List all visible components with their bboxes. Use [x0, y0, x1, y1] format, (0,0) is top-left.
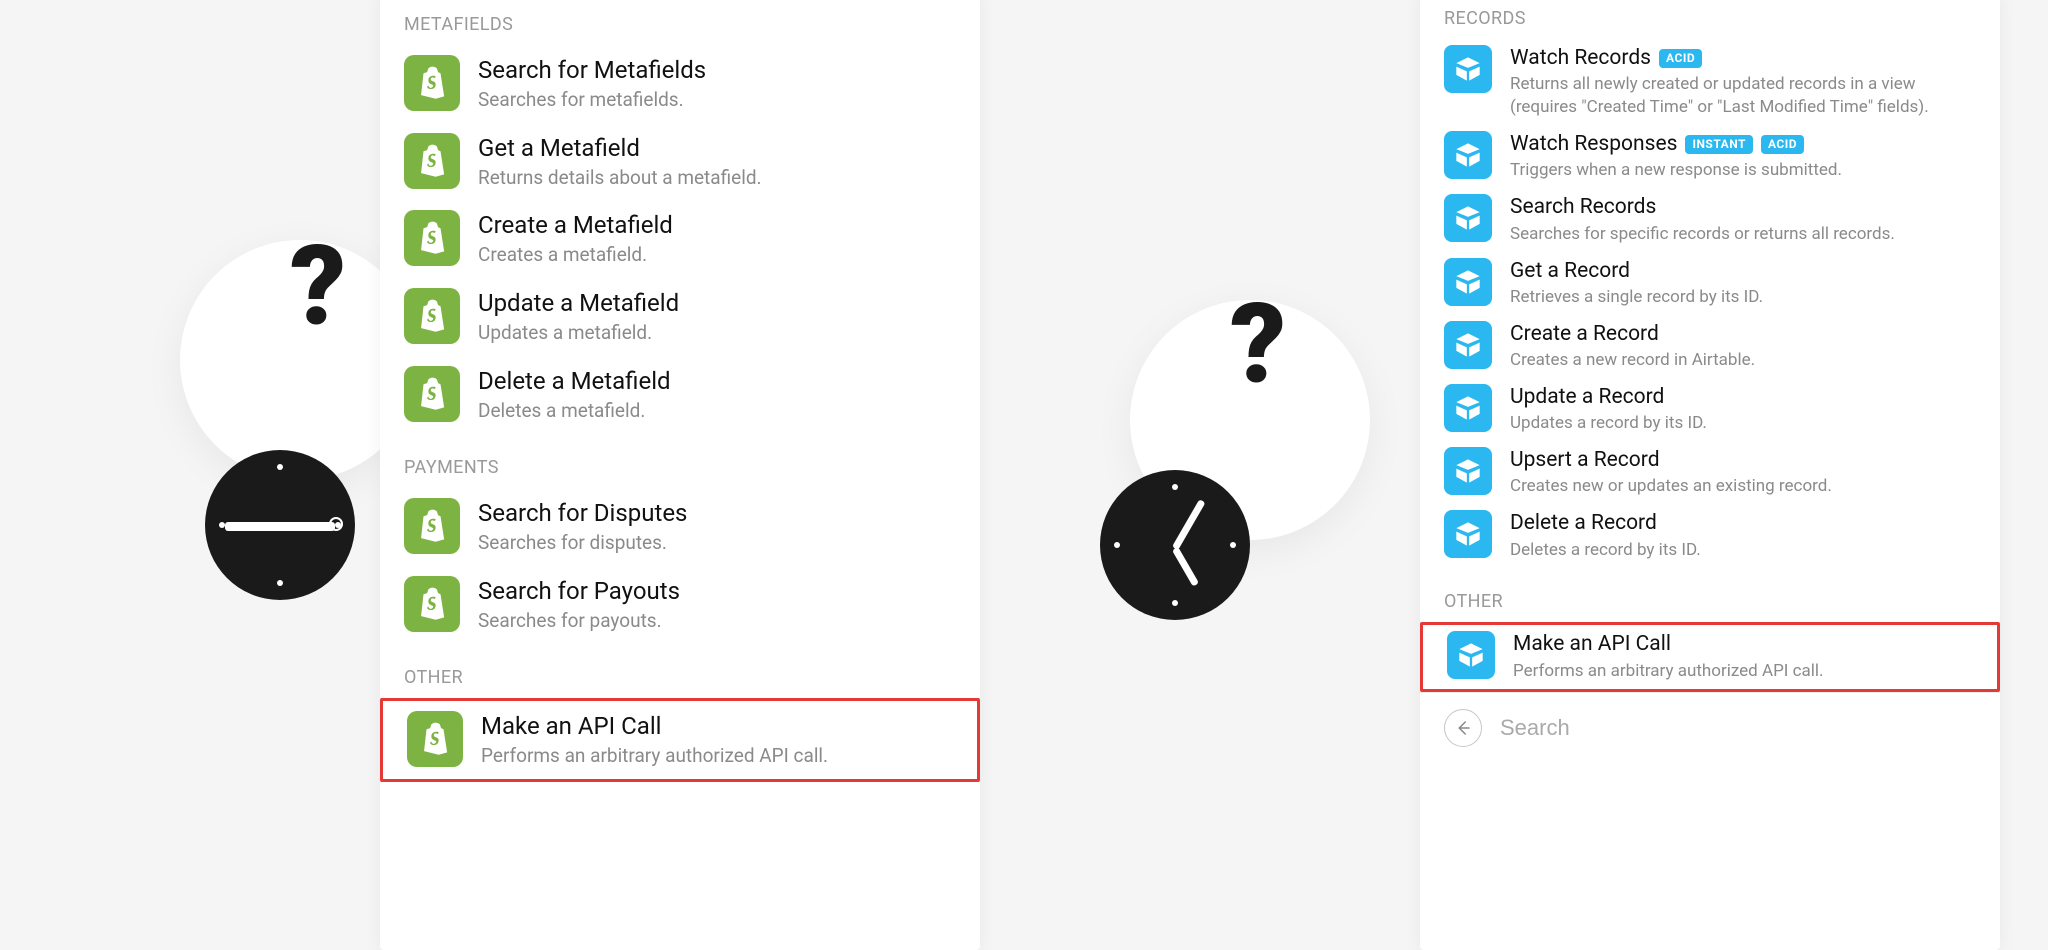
action-delete-record[interactable]: Delete a Record Deletes a record by its … — [1420, 504, 2000, 567]
action-title: Search Records — [1510, 194, 1895, 220]
airtable-icon — [1444, 384, 1492, 432]
shopify-icon — [404, 55, 460, 111]
action-search-records[interactable]: Search Records Searches for specific rec… — [1420, 188, 2000, 251]
action-desc: Returns all newly created or updated rec… — [1510, 73, 1976, 119]
shopify-icon — [404, 576, 460, 632]
action-search-metafields[interactable]: Search for Metafields Searches for metaf… — [380, 45, 980, 123]
action-title: Search for Disputes — [478, 498, 687, 528]
section-label-metafields: METAFIELDS — [380, 0, 980, 45]
section-label-records: RECORDS — [1420, 0, 2000, 39]
action-desc: Creates new or updates an existing recor… — [1510, 475, 1832, 498]
action-search-payouts[interactable]: Search for Payouts Searches for payouts. — [380, 566, 980, 644]
airtable-icon — [1444, 131, 1492, 179]
acid-badge: ACID — [1659, 49, 1702, 68]
highlighted-action: Make an API Call Performs an arbitrary a… — [1420, 622, 2000, 691]
search-input[interactable] — [1500, 715, 1976, 741]
action-title: Get a Metafield — [478, 133, 762, 163]
instant-badge: INSTANT — [1685, 135, 1752, 154]
shopify-icon — [404, 366, 460, 422]
action-title: Update a Metafield — [478, 288, 679, 318]
action-title: Upsert a Record — [1510, 447, 1832, 473]
action-watch-responses[interactable]: Watch Responses INSTANT ACID Triggers wh… — [1420, 125, 2000, 188]
airtable-icon — [1444, 321, 1492, 369]
highlighted-action: Make an API Call Performs an arbitrary a… — [380, 698, 980, 782]
action-desc: Creates a new record in Airtable. — [1510, 349, 1755, 372]
shopify-actions-panel: METAFIELDS Search for Metafields Searche… — [380, 0, 980, 950]
action-title: Create a Record — [1510, 321, 1755, 347]
action-make-api-call[interactable]: Make an API Call Performs an arbitrary a… — [383, 701, 977, 779]
action-desc: Searches for payouts. — [478, 608, 680, 634]
action-create-record[interactable]: Create a Record Creates a new record in … — [1420, 315, 2000, 378]
action-delete-metafield[interactable]: Delete a Metafield Deletes a metafield. — [380, 356, 980, 434]
action-get-record[interactable]: Get a Record Retrieves a single record b… — [1420, 252, 2000, 315]
action-desc: Searches for metafields. — [478, 87, 706, 113]
airtable-actions-panel: RECORDS Watch Records ACID Returns all n… — [1420, 0, 2000, 950]
action-title: Get a Record — [1510, 258, 1763, 284]
action-title: Make an API Call — [1513, 631, 1824, 657]
action-update-metafield[interactable]: Update a Metafield Updates a metafield. — [380, 278, 980, 356]
action-title: Delete a Metafield — [478, 366, 671, 396]
shopify-icon — [404, 210, 460, 266]
action-desc: Performs an arbitrary authorized API cal… — [1513, 660, 1824, 683]
airtable-icon — [1447, 631, 1495, 679]
action-title: Search for Payouts — [478, 576, 680, 606]
action-search-disputes[interactable]: Search for Disputes Searches for dispute… — [380, 488, 980, 566]
back-button[interactable] — [1444, 709, 1482, 747]
action-desc: Searches for specific records or returns… — [1510, 223, 1895, 246]
acid-badge: ACID — [1761, 135, 1804, 154]
action-upsert-record[interactable]: Upsert a Record Creates new or updates a… — [1420, 441, 2000, 504]
airtable-icon — [1444, 45, 1492, 93]
action-desc: Returns details about a metafield. — [478, 165, 762, 191]
action-desc: Deletes a metafield. — [478, 398, 671, 424]
airtable-icon — [1444, 510, 1492, 558]
shopify-icon — [404, 288, 460, 344]
section-label-payments: PAYMENTS — [380, 433, 980, 488]
action-desc: Retrieves a single record by its ID. — [1510, 286, 1763, 309]
action-desc: Deletes a record by its ID. — [1510, 539, 1701, 562]
search-row — [1420, 692, 2000, 763]
action-title: Update a Record — [1510, 384, 1707, 410]
action-create-metafield[interactable]: Create a Metafield Creates a metafield. — [380, 200, 980, 278]
airtable-icon — [1444, 258, 1492, 306]
action-title: Watch Responses INSTANT ACID — [1510, 131, 1842, 157]
action-title: Make an API Call — [481, 711, 828, 741]
shopify-icon — [404, 133, 460, 189]
action-make-api-call[interactable]: Make an API Call Performs an arbitrary a… — [1423, 625, 1997, 688]
action-title: Delete a Record — [1510, 510, 1701, 536]
action-desc: Creates a metafield. — [478, 242, 673, 268]
action-desc: Updates a metafield. — [478, 320, 679, 346]
action-title: Search for Metafields — [478, 55, 706, 85]
section-label-other: OTHER — [1420, 567, 2000, 622]
action-desc: Triggers when a new response is submitte… — [1510, 159, 1842, 182]
action-watch-records[interactable]: Watch Records ACID Returns all newly cre… — [1420, 39, 2000, 125]
action-get-metafield[interactable]: Get a Metafield Returns details about a … — [380, 123, 980, 201]
airtable-icon — [1444, 194, 1492, 242]
action-desc: Performs an arbitrary authorized API cal… — [481, 743, 828, 769]
action-title: Watch Records ACID — [1510, 45, 1976, 71]
section-label-other: OTHER — [380, 643, 980, 698]
action-update-record[interactable]: Update a Record Updates a record by its … — [1420, 378, 2000, 441]
action-title: Create a Metafield — [478, 210, 673, 240]
arrow-left-icon — [1454, 719, 1472, 737]
action-desc: Updates a record by its ID. — [1510, 412, 1707, 435]
shopify-icon — [407, 711, 463, 767]
shopify-icon — [404, 498, 460, 554]
action-desc: Searches for disputes. — [478, 530, 687, 556]
airtable-icon — [1444, 447, 1492, 495]
